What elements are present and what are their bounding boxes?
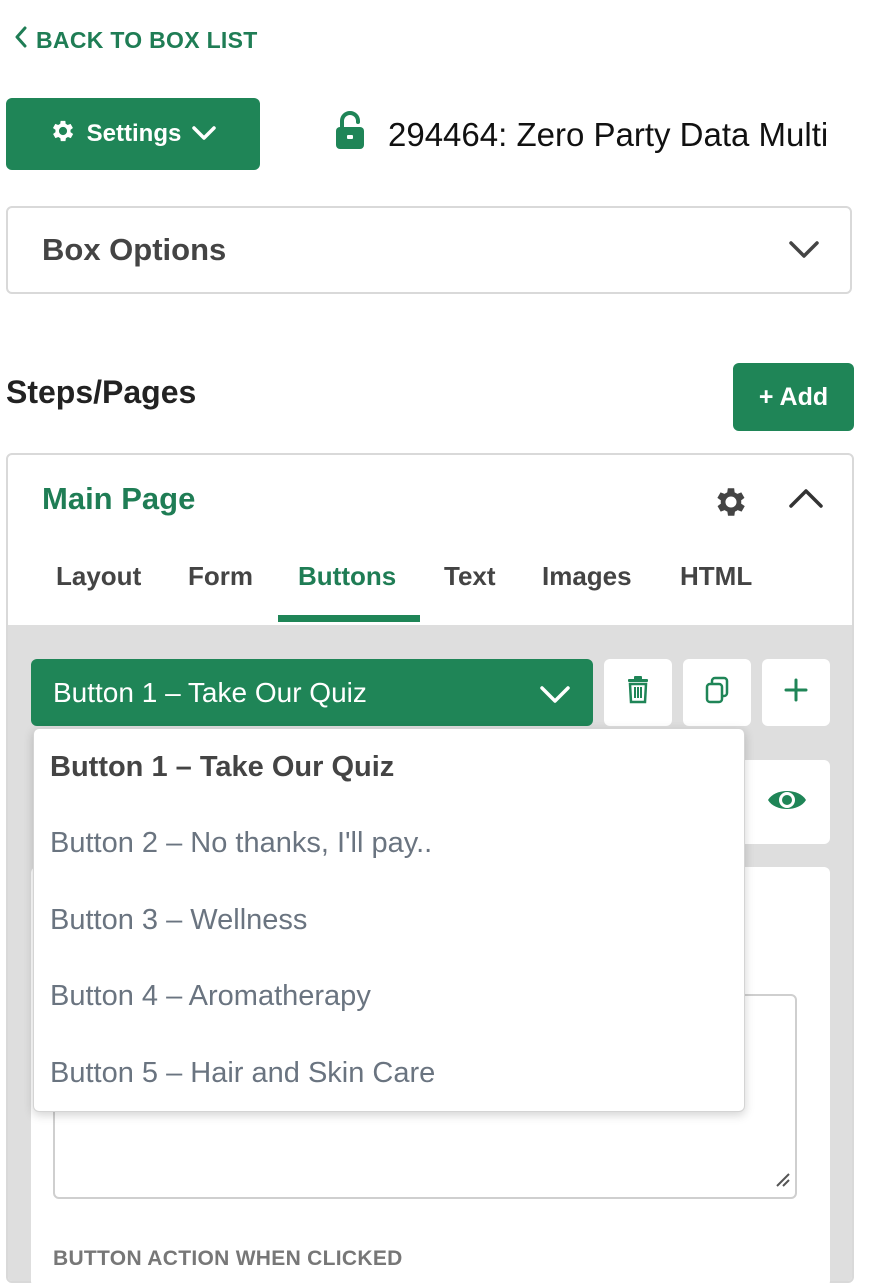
add-button-button[interactable]	[762, 659, 830, 726]
tab-layout[interactable]: Layout	[56, 561, 141, 592]
plus-icon	[784, 678, 808, 707]
add-step-button[interactable]: + Add	[733, 363, 854, 431]
chevron-down-icon	[788, 240, 820, 265]
box-title: 294464: Zero Party Data Multi	[332, 108, 828, 162]
dropdown-option[interactable]: Button 4 – Aromatherapy	[50, 980, 371, 1013]
active-tab-indicator	[278, 615, 420, 622]
back-link-label: BACK TO BOX LIST	[36, 26, 258, 53]
dropdown-option[interactable]: Button 3 – Wellness	[50, 904, 307, 937]
preview-button[interactable]	[744, 760, 830, 844]
eye-icon	[766, 785, 808, 820]
duplicate-button[interactable]	[683, 659, 751, 726]
chevron-up-icon[interactable]	[788, 487, 824, 514]
main-page-title: Main Page	[42, 481, 196, 516]
delete-button[interactable]	[604, 659, 672, 726]
button-select-menu: Button 1 – Take Our Quiz Button 2 – No t…	[33, 728, 745, 1112]
page-tabs: Layout Form Buttons Text Images HTML	[8, 551, 852, 625]
trash-icon	[626, 676, 650, 709]
chevron-down-icon	[191, 120, 217, 148]
button-select-dropdown[interactable]: Button 1 – Take Our Quiz	[31, 659, 593, 726]
box-title-text: 294464: Zero Party Data Multi	[388, 116, 829, 153]
settings-button[interactable]: Settings	[6, 98, 260, 170]
back-to-box-list-link[interactable]: BACK TO BOX LIST	[14, 24, 258, 56]
gear-icon[interactable]	[712, 483, 750, 526]
button-select-value: Button 1 – Take Our Quiz	[53, 676, 367, 708]
button-action-label: BUTTON ACTION WHEN CLICKED	[53, 1247, 403, 1270]
tab-buttons[interactable]: Buttons	[298, 561, 396, 592]
steps-pages-heading: Steps/Pages	[6, 374, 197, 410]
resize-handle-icon[interactable]	[773, 1170, 791, 1193]
box-options-label: Box Options	[42, 232, 227, 267]
chevron-down-icon	[539, 681, 571, 713]
chevron-left-icon	[14, 26, 28, 54]
tab-form[interactable]: Form	[188, 561, 253, 592]
lock-open-icon	[332, 111, 368, 159]
copy-icon	[704, 676, 730, 709]
dropdown-option[interactable]: Button 1 – Take Our Quiz	[50, 751, 394, 784]
settings-label: Settings	[86, 120, 182, 147]
tab-images[interactable]: Images	[542, 561, 632, 592]
tab-html[interactable]: HTML	[680, 561, 752, 592]
gear-icon	[49, 117, 77, 152]
tab-text[interactable]: Text	[444, 561, 496, 592]
box-options-accordion[interactable]: Box Options	[6, 206, 852, 294]
dropdown-option[interactable]: Button 2 – No thanks, I'll pay..	[50, 827, 432, 860]
dropdown-option[interactable]: Button 5 – Hair and Skin Care	[50, 1057, 435, 1090]
